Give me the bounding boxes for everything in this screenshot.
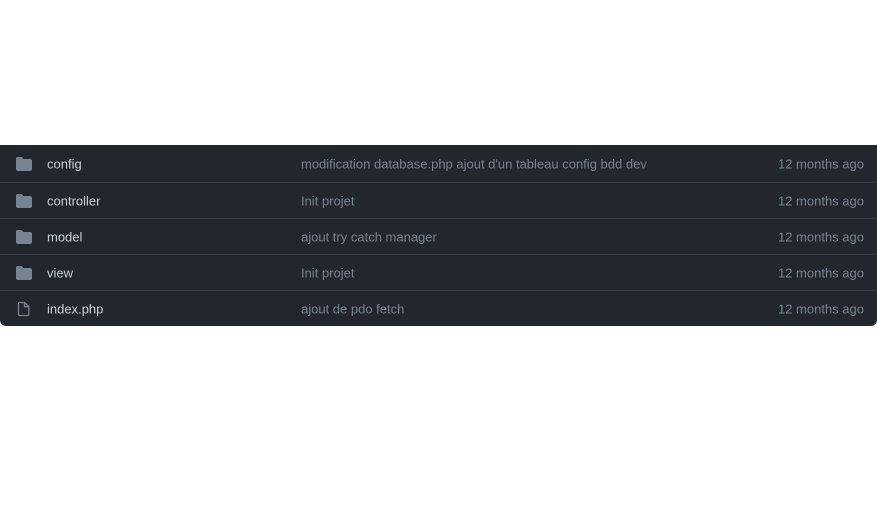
folder-icon [16, 229, 32, 245]
file-row-model[interactable]: model ajout try catch manager 12 months … [0, 218, 877, 254]
file-row-view[interactable]: view Init projet 12 months ago [0, 254, 877, 290]
commit-message-link[interactable]: Init projet [301, 265, 354, 280]
commit-age: 12 months ago [777, 229, 864, 244]
commit-message-link[interactable]: Init projet [301, 193, 354, 208]
file-icon [16, 301, 32, 317]
folder-icon [16, 265, 32, 281]
file-row-index-php[interactable]: index.php ajout de pdo fetch 12 months a… [0, 290, 877, 326]
folder-icon [16, 156, 32, 172]
commit-age: 12 months ago [777, 193, 864, 208]
file-name-link[interactable]: controller [47, 193, 100, 208]
commit-age: 12 months ago [777, 301, 864, 316]
commit-age: 12 months ago [777, 265, 864, 280]
folder-icon [16, 193, 32, 209]
commit-message-link[interactable]: ajout try catch manager [301, 229, 437, 244]
file-name-link[interactable]: config [47, 156, 82, 171]
commit-message-link[interactable]: ajout de pdo fetch [301, 301, 404, 316]
commit-age: 12 months ago [777, 156, 864, 171]
file-name-link[interactable]: model [47, 229, 82, 244]
file-row-config[interactable]: config modification database.php ajout d… [0, 145, 877, 182]
file-name-link[interactable]: index.php [47, 301, 103, 316]
commit-message-link[interactable]: modification database.php ajout d'un tab… [301, 156, 647, 171]
file-name-link[interactable]: view [47, 265, 73, 280]
file-row-controller[interactable]: controller Init projet 12 months ago [0, 182, 877, 218]
file-list: config modification database.php ajout d… [0, 145, 877, 326]
